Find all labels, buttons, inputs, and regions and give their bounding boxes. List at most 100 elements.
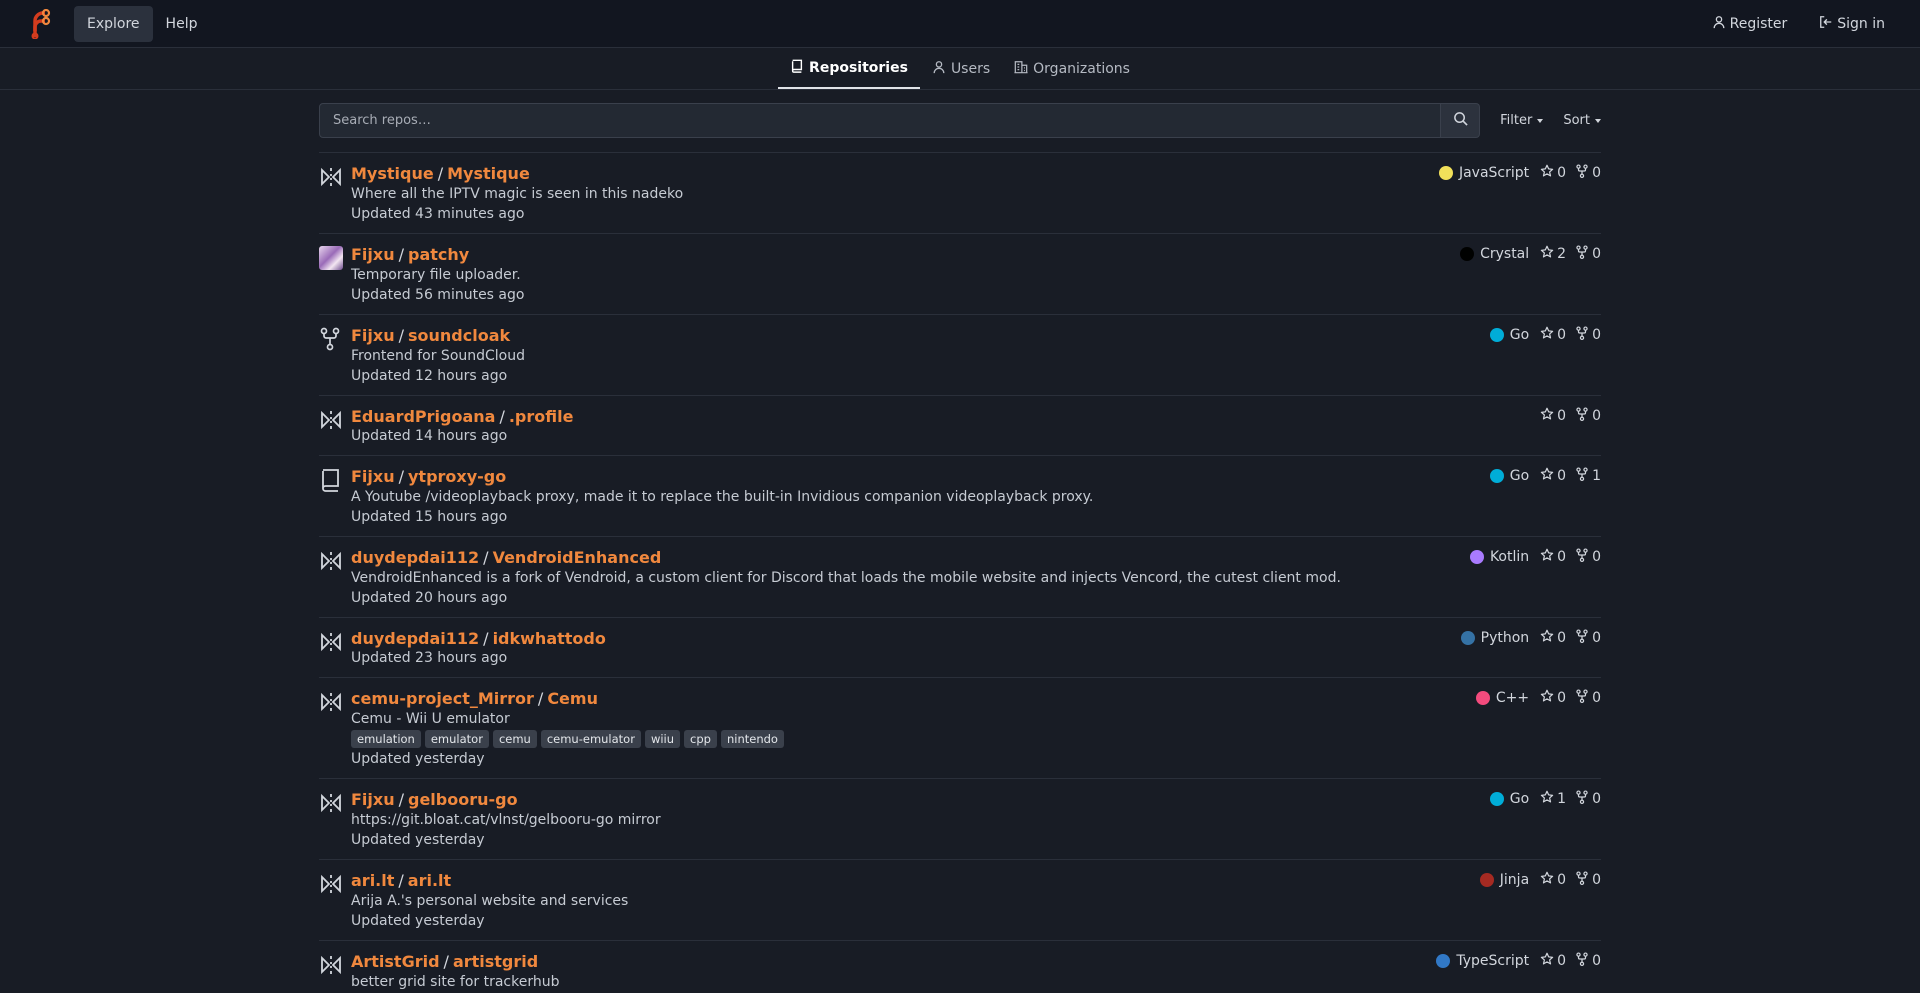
repo-owner-link[interactable]: Fijxu — [351, 790, 395, 809]
stars-count[interactable]: 0 — [1540, 871, 1566, 889]
repo-owner-link[interactable]: Fijxu — [351, 326, 395, 345]
stars-count[interactable]: 0 — [1540, 467, 1566, 485]
search-box — [319, 103, 1442, 138]
topic-tag[interactable]: cemu-emulator — [540, 730, 641, 748]
repo-meta: TypeScript 0 0 — [1436, 952, 1601, 970]
tab-repositories[interactable]: Repositories — [778, 48, 920, 89]
nav-explore[interactable]: Explore — [74, 5, 153, 42]
stars-count[interactable]: 0 — [1540, 164, 1566, 182]
stars-value: 0 — [1557, 408, 1567, 424]
forks-value: 0 — [1592, 327, 1601, 343]
repo-language: Python — [1460, 630, 1530, 646]
register-link[interactable]: Register — [1699, 6, 1801, 42]
repo-owner-link[interactable]: ArtistGrid — [351, 952, 440, 971]
topic-tag[interactable]: emulator — [424, 730, 489, 748]
stars-count[interactable]: 0 — [1540, 952, 1566, 970]
signin-link[interactable]: Sign in — [1806, 6, 1898, 42]
repo-type — [319, 466, 351, 527]
forks-count[interactable]: 0 — [1575, 952, 1601, 970]
repo-name-link[interactable]: gelbooru-go — [408, 790, 518, 809]
repo-type — [319, 547, 351, 608]
search-button[interactable] — [1441, 103, 1481, 138]
nav-help[interactable]: Help — [153, 6, 211, 42]
fork-icon — [1575, 164, 1589, 182]
repo-body: Fijxu / gelbooru-go Go 1 0 https://git.bloat.c… — [351, 789, 1601, 850]
repo-meta: Crystal 2 0 — [1460, 245, 1601, 263]
repo-description: A Youtube /videoplayback proxy, made it … — [351, 489, 1094, 505]
separator: / — [483, 628, 489, 648]
repo-name-link[interactable]: Mystique — [447, 164, 530, 183]
forks-count[interactable]: 0 — [1575, 326, 1601, 344]
repo-owner-link[interactable]: ari.lt — [351, 871, 394, 890]
repo-name-link[interactable]: soundcloak — [408, 326, 510, 345]
stars-value: 1 — [1557, 791, 1567, 807]
repo-name-link[interactable]: patchy — [408, 245, 469, 264]
repo-meta: JavaScript 0 0 — [1438, 164, 1601, 182]
topic-tag[interactable]: cemu — [492, 730, 537, 748]
search-input[interactable] — [333, 113, 1428, 128]
repo-name-link[interactable]: artistgrid — [453, 952, 538, 971]
separator: / — [398, 244, 404, 264]
language-label: Crystal — [1480, 246, 1530, 262]
stars-count[interactable]: 0 — [1540, 548, 1566, 566]
repo-topics: emulation emulator cemu cemu-emulator wiiu cp… — [351, 730, 1601, 748]
star-icon — [1540, 326, 1554, 344]
stars-count[interactable]: 0 — [1540, 689, 1566, 707]
tab-repositories-label: Repositories — [809, 59, 908, 76]
forks-count[interactable]: 0 — [1575, 164, 1601, 182]
repo-updated: Updated yesterday — [351, 913, 485, 929]
tab-users[interactable]: Users — [920, 48, 1002, 89]
topic-tag[interactable]: cpp — [684, 730, 717, 748]
fork-icon — [1575, 629, 1589, 647]
repo-meta: Kotlin 0 0 — [1469, 548, 1601, 566]
repo-body: Fijxu / ytproxy-go Go 0 1 A Youtube /videoplay… — [351, 466, 1601, 527]
topic-tag[interactable]: emulation — [351, 730, 421, 748]
forks-count[interactable]: 0 — [1575, 790, 1601, 808]
repo-list: Mystique / Mystique JavaScript 0 0 Where all t… — [319, 152, 1601, 993]
forks-count[interactable]: 0 — [1575, 407, 1601, 425]
repo-owner-link[interactable]: cemu-project_Mirror — [351, 689, 534, 708]
topic-tag[interactable]: wiiu — [644, 730, 681, 748]
repo-name-link[interactable]: ytproxy-go — [408, 467, 506, 486]
separator: / — [537, 688, 544, 708]
stars-count[interactable]: 1 — [1540, 790, 1566, 808]
filter-dropdown[interactable]: Filter — [1500, 113, 1544, 128]
stars-count[interactable]: 2 — [1540, 245, 1566, 263]
repo-type — [319, 163, 351, 224]
sort-dropdown[interactable]: Sort — [1563, 113, 1601, 128]
repo-owner-link[interactable]: Fijxu — [351, 245, 395, 264]
fork-icon — [1575, 689, 1589, 707]
forgejo-logo-icon[interactable] — [22, 6, 58, 42]
repo-language: Go — [1489, 791, 1529, 807]
repo-updated: Updated 43 minutes ago — [351, 206, 525, 222]
forks-count[interactable]: 1 — [1575, 467, 1601, 485]
repo-name-link[interactable]: Cemu — [547, 689, 598, 708]
topic-tag[interactable]: nintendo — [720, 730, 784, 748]
repo-description: Temporary file uploader. — [351, 267, 521, 283]
repo-name-link[interactable]: idkwhattodo — [493, 629, 606, 648]
forks-count[interactable]: 0 — [1575, 629, 1601, 647]
stars-count[interactable]: 0 — [1540, 326, 1566, 344]
repo-name-link[interactable]: ari.lt — [408, 871, 451, 890]
repo-name-link[interactable]: VendroidEnhanced — [493, 548, 662, 567]
forks-count[interactable]: 0 — [1575, 548, 1601, 566]
forks-count[interactable]: 0 — [1575, 245, 1601, 263]
repo-name-link[interactable]: .profile — [509, 407, 574, 426]
repo-type — [319, 688, 351, 769]
star-icon — [1540, 245, 1554, 263]
stars-count[interactable]: 0 — [1540, 407, 1566, 425]
repo-owner-link[interactable]: duydepdai112 — [351, 548, 479, 567]
repo-meta: C++ 0 0 — [1475, 689, 1601, 707]
repo-owner-link[interactable]: Fijxu — [351, 467, 395, 486]
forks-count[interactable]: 0 — [1575, 689, 1601, 707]
repo-owner-link[interactable]: EduardPrigoana — [351, 407, 495, 426]
person-icon — [1712, 15, 1730, 33]
avatar[interactable] — [319, 246, 343, 270]
language-label: Python — [1480, 630, 1530, 646]
mirror-icon — [319, 874, 343, 900]
repo-owner-link[interactable]: Mystique — [351, 164, 434, 183]
repo-owner-link[interactable]: duydepdai112 — [351, 629, 479, 648]
tab-organizations[interactable]: Organizations — [1002, 48, 1142, 89]
stars-count[interactable]: 0 — [1540, 629, 1566, 647]
forks-count[interactable]: 0 — [1575, 871, 1601, 889]
